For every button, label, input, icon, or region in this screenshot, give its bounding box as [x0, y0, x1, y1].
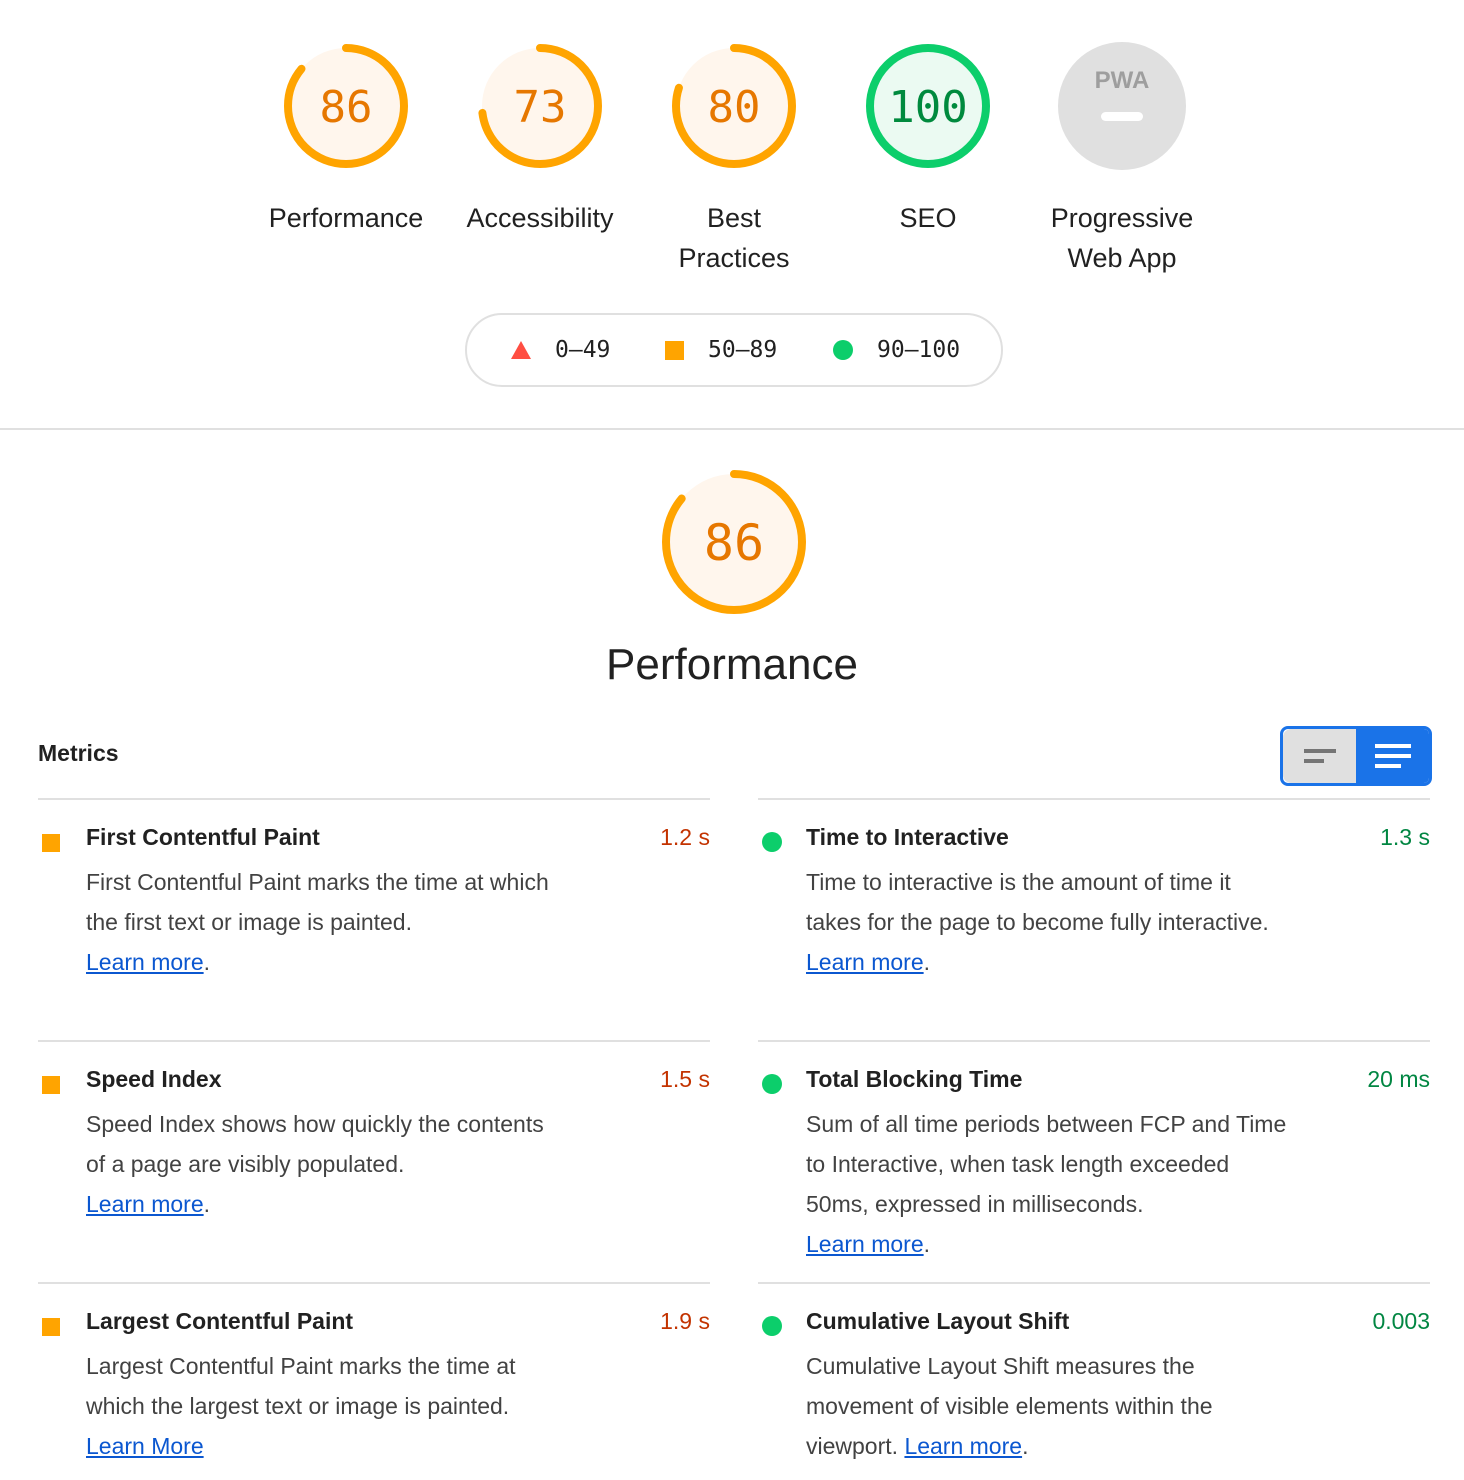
metric-value: 20 ms	[1367, 1066, 1430, 1092]
square-icon	[665, 340, 684, 360]
expanded-view-button[interactable]	[1356, 729, 1429, 783]
legend-range: 50–89	[708, 337, 778, 363]
gauge-best-practices[interactable]: 80 Best Practices	[644, 40, 824, 278]
gauge-seo[interactable]: 100 SEO	[838, 40, 1018, 238]
category-gauges: 86 Performance 73 Accessibility 80 Best …	[0, 40, 1464, 280]
metric-first-contentful-paint[interactable]: First Contentful Paint 1.2 s First Conte…	[38, 798, 710, 1040]
circle-icon	[762, 832, 782, 852]
metric-speed-index[interactable]: Speed Index 1.5 s Speed Index shows how …	[38, 1040, 710, 1282]
metric-title: Time to Interactive	[806, 824, 1009, 850]
gauge-accessibility[interactable]: 73 Accessibility	[450, 40, 630, 238]
legend-range: 90–100	[877, 337, 961, 363]
gauge-label: Progressive Web App	[1050, 203, 1194, 273]
learn-more-link[interactable]: Learn more	[904, 1433, 1022, 1459]
gauge-label: Accessibility	[466, 203, 614, 233]
learn-more-link[interactable]: Learn more	[806, 949, 924, 975]
metric-value: 1.9 s	[660, 1308, 710, 1334]
metric-title: Total Blocking Time	[806, 1066, 1023, 1092]
performance-score: 86	[704, 514, 764, 572]
gauge-ring-icon: 100	[866, 44, 990, 168]
metric-value: 1.3 s	[1380, 824, 1430, 850]
gauge-score: 100	[888, 82, 967, 133]
legend-item-pass: 90–100	[833, 315, 960, 385]
section-divider	[0, 428, 1464, 430]
legend-item-fail: 0–49	[511, 315, 610, 385]
square-icon	[42, 1076, 60, 1094]
collapse-lines-icon	[1303, 749, 1336, 753]
expand-lines-icon	[1374, 744, 1411, 748]
metric-title: First Contentful Paint	[86, 824, 320, 850]
circle-icon	[833, 340, 853, 360]
pwa-badge-icon: PWA	[1058, 42, 1186, 170]
gauge-ring-icon: 86	[284, 44, 408, 168]
metric-value: 0.003	[1372, 1308, 1430, 1334]
metric-cumulative-layout-shift[interactable]: Cumulative Layout Shift 0.003 Cumulative…	[758, 1282, 1430, 1480]
metric-description: First Contentful Paint marks the time at…	[86, 869, 549, 975]
metrics-heading: Metrics	[38, 740, 119, 766]
performance-title: Performance	[606, 640, 858, 689]
metrics-view-toggle[interactable]	[1280, 726, 1432, 786]
gauge-score: 80	[708, 82, 761, 133]
square-icon	[42, 834, 60, 852]
metric-description: Cumulative Layout Shift measures the mov…	[806, 1353, 1213, 1459]
pwa-logo: PWA	[1095, 67, 1150, 94]
performance-gauge: 86	[662, 470, 806, 614]
metric-description: Speed Index shows how quickly the conten…	[86, 1111, 544, 1217]
gauge-ring-icon: 80	[672, 44, 796, 168]
metric-description: Largest Contentful Paint marks the time …	[86, 1353, 516, 1459]
legend-item-average: 50–89	[665, 315, 777, 385]
gauge-pwa[interactable]: PWA Progressive Web App	[1032, 40, 1212, 278]
metric-largest-contentful-paint[interactable]: Largest Contentful Paint 1.9 s Largest C…	[38, 1282, 710, 1480]
gauge-performance[interactable]: 86 Performance	[256, 40, 436, 238]
metric-value: 1.5 s	[660, 1066, 710, 1092]
gauge-label: Best Practices	[678, 203, 790, 273]
metric-total-blocking-time[interactable]: Total Blocking Time 20 ms Sum of all tim…	[758, 1040, 1430, 1282]
circle-icon	[762, 1074, 782, 1094]
metric-title: Largest Contentful Paint	[86, 1308, 354, 1334]
square-icon	[42, 1318, 60, 1336]
gauge-ring-icon: 73	[478, 44, 602, 168]
gauge-score: 73	[514, 82, 567, 133]
compact-view-button[interactable]	[1283, 729, 1356, 783]
circle-icon	[762, 1316, 782, 1336]
metric-value: 1.2 s	[660, 824, 710, 850]
metric-time-to-interactive[interactable]: Time to Interactive 1.3 s Time to intera…	[758, 798, 1430, 1040]
gauge-label: Performance	[268, 203, 424, 233]
learn-more-link[interactable]: Learn More	[86, 1433, 204, 1459]
score-legend: 0–49 50–89 90–100	[465, 313, 1003, 387]
metric-title: Speed Index	[86, 1066, 222, 1092]
metric-description: Time to interactive is the amount of tim…	[806, 869, 1269, 975]
legend-range: 0–49	[555, 337, 611, 363]
metric-title: Cumulative Layout Shift	[806, 1308, 1070, 1334]
gauge-score: 86	[320, 82, 373, 133]
metric-description: Sum of all time periods between FCP and …	[806, 1111, 1287, 1257]
learn-more-link[interactable]: Learn more	[86, 949, 204, 975]
learn-more-link[interactable]: Learn more	[86, 1191, 204, 1217]
gauge-label: SEO	[899, 203, 957, 233]
triangle-icon	[511, 341, 531, 359]
learn-more-link[interactable]: Learn more	[806, 1231, 924, 1257]
